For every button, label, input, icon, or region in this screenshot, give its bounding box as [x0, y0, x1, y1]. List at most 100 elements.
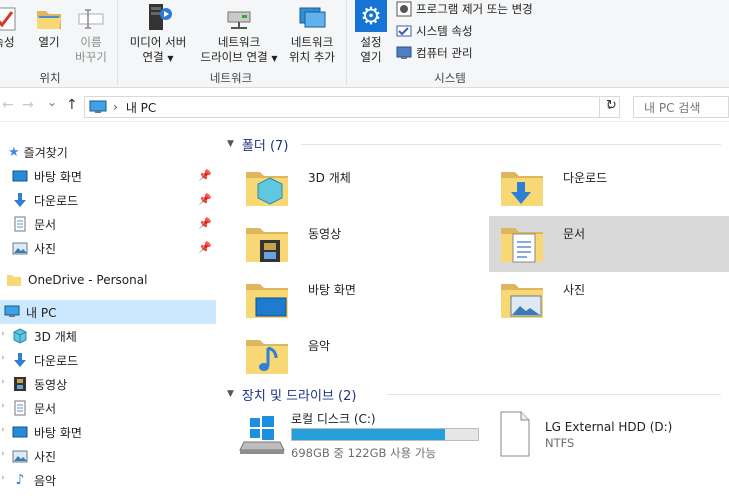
document-icon	[14, 216, 26, 232]
star-icon: ★	[8, 144, 20, 160]
chevron-right-icon[interactable]: ›	[1, 473, 5, 483]
cube-icon	[13, 328, 27, 344]
desktop-folder-icon	[246, 284, 288, 318]
pin-icon[interactable]: 📌	[198, 217, 212, 230]
group-label-location: 위치	[39, 71, 61, 85]
download-arrow-icon	[14, 193, 26, 207]
pin-icon[interactable]: 📌	[198, 193, 212, 206]
folder-documents[interactable]: 문서	[489, 216, 729, 272]
windows-drive-icon	[239, 416, 285, 454]
drive-d[interactable]: LG External HDD (D:) NTFS	[489, 408, 729, 464]
sidebar-item-documents[interactable]: 문서 📌	[0, 212, 216, 236]
properties-button[interactable]: 속성	[0, 6, 22, 50]
downloads-folder-icon	[501, 172, 543, 206]
sidebar-item-pictures[interactable]: 사진 📌	[0, 236, 216, 260]
group-label-network: 네트워크	[209, 71, 253, 85]
open-settings-button[interactable]: ⚙ 설정 열기	[352, 0, 390, 65]
download-arrow-icon	[14, 353, 26, 367]
sidebar-item-desktop[interactable]: 바탕 화면 📌	[0, 164, 216, 188]
sidebar-item-3d-objects[interactable]: › 3D 개체	[0, 324, 216, 348]
computer-management-icon	[396, 46, 412, 59]
properties-check-icon	[0, 7, 16, 31]
address-bar[interactable]: › 내 PC	[84, 96, 600, 118]
sidebar-item-onedrive[interactable]: OneDrive - Personal	[0, 268, 216, 292]
group-label-system: 시스템	[434, 71, 466, 85]
document-icon	[14, 400, 26, 416]
refresh-button[interactable]: ↻	[606, 98, 617, 113]
map-network-drive-button[interactable]: 네트워크 드라이브 연결 ▼	[195, 2, 283, 66]
sidebar-item-music[interactable]: › ♪ 음악	[0, 468, 216, 492]
content-pane: ▼ 폴더 (7) 3D 개체 다운로드 동영상 문서 바탕 화면 사진 음악 ▼…	[217, 126, 729, 496]
sidebar-item-pictures[interactable]: › 사진	[0, 444, 216, 468]
3d-objects-folder-icon	[246, 172, 288, 206]
navigation-pane: ★ 즐겨찾기 바탕 화면 📌 다운로드 📌 문서 📌 사진 📌 OneDrive…	[0, 126, 216, 496]
music-folder-icon	[246, 340, 288, 374]
film-icon	[14, 377, 26, 391]
folder-downloads[interactable]: 다운로드	[489, 160, 729, 216]
group-separator	[117, 0, 118, 86]
documents-folder-icon	[501, 228, 543, 263]
folders-section-header[interactable]: ▼ 폴더 (7)	[227, 134, 288, 154]
recent-locations-button[interactable]: ⌄	[47, 95, 57, 109]
pin-icon[interactable]: 📌	[198, 241, 212, 254]
sidebar-item-downloads[interactable]: › 다운로드	[0, 348, 216, 372]
chevron-right-icon[interactable]: ›	[1, 449, 5, 459]
sidebar-item-videos[interactable]: › 동영상	[0, 372, 216, 396]
gear-icon: ⚙	[355, 0, 387, 32]
chevron-right-icon[interactable]: ›	[1, 425, 5, 435]
system-properties-button[interactable]: 시스템 속성	[396, 21, 473, 41]
chevron-right-icon[interactable]: ›	[1, 401, 5, 411]
blank-drive-icon	[500, 411, 530, 457]
add-network-location-button[interactable]: 네트워크 위치 추가	[282, 2, 342, 65]
folder-videos[interactable]: 동영상	[234, 216, 478, 272]
computer-management-button[interactable]: 컴퓨터 관리	[396, 43, 473, 63]
picture-icon	[12, 450, 28, 463]
folder-icon	[7, 275, 21, 286]
pin-icon[interactable]: 📌	[198, 169, 212, 182]
breadcrumb-this-pc[interactable]: 내 PC	[126, 99, 156, 116]
folder-desktop[interactable]: 바탕 화면	[234, 272, 478, 328]
this-pc-icon	[89, 100, 107, 113]
this-pc-icon	[4, 305, 20, 317]
pictures-folder-icon	[501, 284, 543, 318]
chevron-right-icon[interactable]: ›	[1, 329, 5, 339]
sidebar-item-documents[interactable]: › 문서	[0, 396, 216, 420]
up-button[interactable]: ↑	[66, 97, 78, 113]
uninstall-program-button[interactable]: 프로그램 제거 또는 변경	[396, 0, 533, 19]
media-server-button[interactable]: 미디어 서버 연결 ▼	[120, 2, 196, 66]
sidebar-item-downloads[interactable]: 다운로드 📌	[0, 188, 216, 212]
sidebar-quick-access[interactable]: ★ 즐겨찾기	[0, 140, 216, 164]
desktop-icon	[12, 426, 28, 438]
picture-icon	[12, 242, 28, 255]
forward-button[interactable]: →	[22, 97, 34, 113]
chevron-down-icon: ▼	[227, 139, 234, 149]
system-properties-icon	[396, 25, 412, 37]
sidebar-item-this-pc[interactable]: 내 PC	[0, 300, 216, 324]
chevron-right-icon[interactable]: ›	[1, 377, 5, 387]
section-divider	[387, 394, 721, 395]
rename-icon	[78, 9, 104, 29]
network-location-icon	[299, 7, 326, 28]
search-input[interactable]: 내 PC 검색	[633, 96, 729, 118]
rename-button[interactable]: 이름 바꾸기	[70, 6, 112, 65]
back-button[interactable]: ←	[2, 97, 14, 113]
chevron-right-icon[interactable]: ›	[1, 353, 5, 363]
folder-3d-objects[interactable]: 3D 개체	[234, 160, 478, 216]
drive-usage-bar	[291, 428, 479, 441]
devices-section-header[interactable]: ▼ 장치 및 드라이브 (2)	[227, 384, 356, 404]
uninstall-icon	[396, 1, 412, 17]
open-folder-icon	[37, 11, 61, 29]
drive-usage-fill	[292, 429, 446, 440]
chevron-down-icon: ▼	[227, 389, 234, 399]
folder-pictures[interactable]: 사진	[489, 272, 729, 328]
folder-music[interactable]: 음악	[234, 328, 478, 384]
desktop-icon	[12, 170, 28, 182]
network-drive-icon	[227, 11, 251, 29]
open-button[interactable]: 열기	[32, 6, 66, 50]
drive-c[interactable]: 로컬 디스크 (C:) 698GB 중 122GB 사용 가능	[234, 408, 484, 464]
sidebar-item-desktop[interactable]: › 바탕 화면	[0, 420, 216, 444]
breadcrumb-separator: ›	[113, 100, 118, 114]
videos-folder-icon	[246, 228, 288, 262]
ribbon: 속성 열기 이름 바꾸기 위치 미디어 서버 연결 ▼	[0, 0, 729, 88]
section-divider	[301, 144, 721, 145]
